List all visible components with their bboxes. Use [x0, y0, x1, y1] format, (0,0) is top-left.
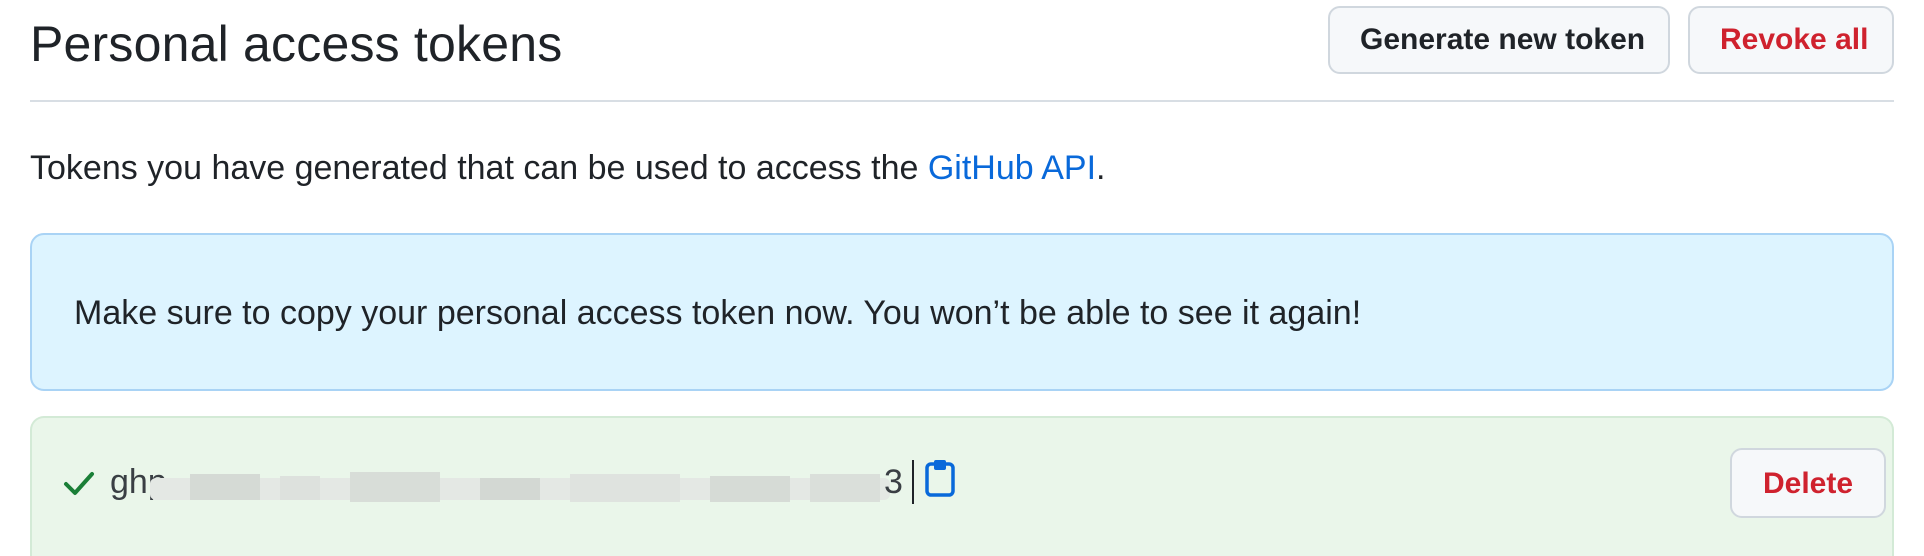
text-caret	[912, 460, 914, 504]
description-text: Tokens you have generated that can be us…	[30, 149, 928, 187]
clipboard-icon[interactable]	[924, 458, 956, 498]
description-period: .	[1096, 149, 1106, 187]
copy-token-notice: Make sure to copy your personal access t…	[30, 233, 1894, 391]
generate-new-token-button[interactable]: Generate new token	[1328, 6, 1670, 74]
page-header: Personal access tokens Generate new toke…	[30, 0, 1894, 102]
page-title: Personal access tokens	[30, 16, 563, 72]
revoke-all-button[interactable]: Revoke all	[1688, 6, 1894, 74]
github-api-link[interactable]: GitHub API	[928, 149, 1096, 187]
check-icon	[64, 472, 94, 495]
token-value-suffix: 3	[884, 463, 903, 501]
new-token-row: ghp_ 3 Delete	[30, 416, 1894, 556]
delete-token-button[interactable]: Delete	[1730, 448, 1886, 518]
notice-text: Make sure to copy your personal access t…	[74, 294, 1362, 332]
token-redaction-blur	[150, 472, 890, 502]
page-description: Tokens you have generated that can be us…	[30, 146, 1106, 190]
settings-page: Personal access tokens Generate new toke…	[30, 0, 1894, 556]
